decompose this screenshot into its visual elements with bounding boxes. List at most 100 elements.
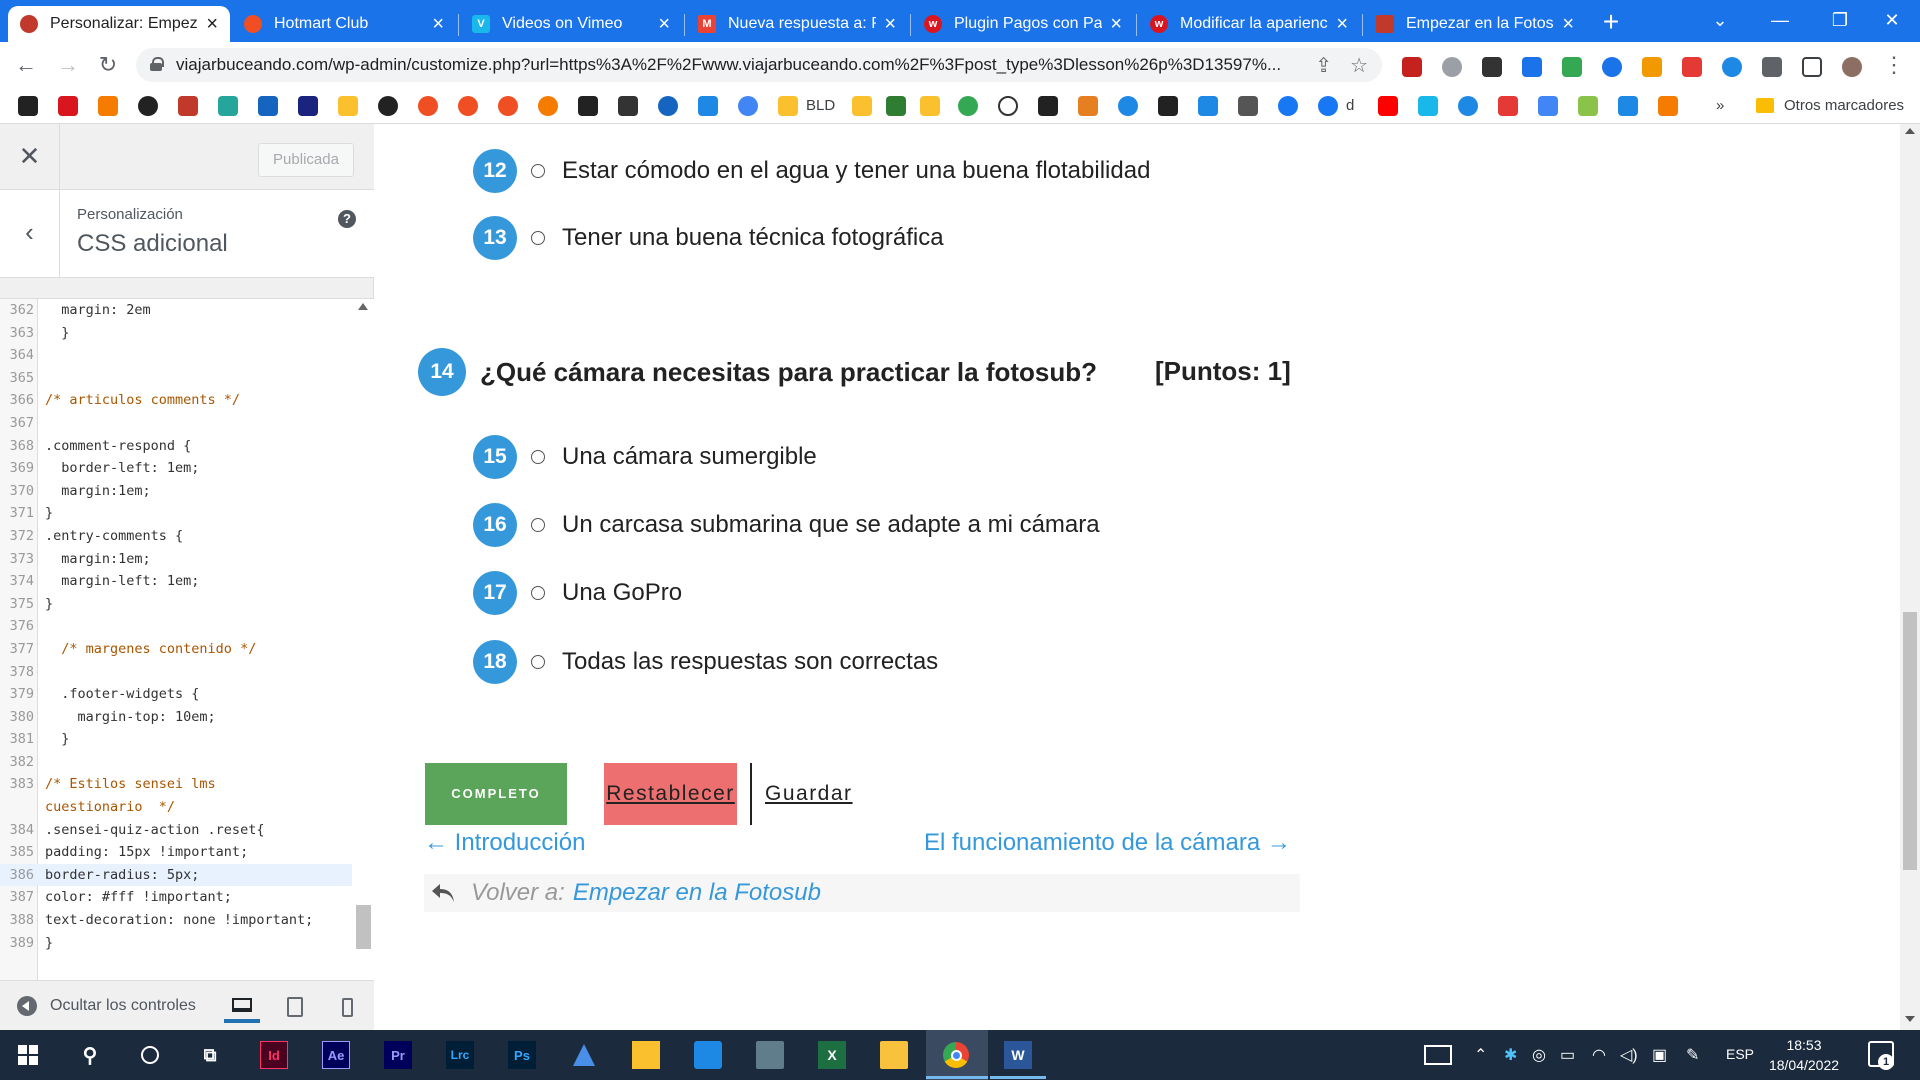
puzzle-extensions-icon[interactable] [1762, 57, 1782, 77]
extension-icon[interactable] [1402, 57, 1422, 77]
bookmark-icon[interactable] [886, 96, 906, 116]
code-line[interactable]: 371} [0, 502, 352, 525]
camera-icon[interactable]: ◎ [1532, 1045, 1546, 1065]
answer-option[interactable]: 16 Un carcasa submarina que se adapte a … [473, 503, 1100, 547]
bookmark-icon[interactable] [778, 96, 798, 116]
answer-radio[interactable] [531, 518, 545, 532]
close-tab-icon[interactable]: × [884, 14, 896, 34]
indesign-app-icon[interactable]: Id [260, 1041, 288, 1069]
desktop-preview-button[interactable] [224, 991, 260, 1023]
after-effects-app-icon[interactable]: Ae [322, 1041, 350, 1069]
code-line[interactable]: 370 margin:1em; [0, 480, 352, 503]
tab-customizer[interactable]: Personalizar: Empezar × [8, 6, 230, 42]
bookmark-icon[interactable] [138, 96, 158, 116]
preview-scroll-thumb[interactable] [1903, 612, 1917, 870]
other-bookmarks-folder[interactable]: Otros marcadores [1784, 97, 1904, 114]
extension-icon[interactable] [1682, 57, 1702, 77]
bookmark-icon[interactable] [498, 96, 518, 116]
bookmark-icon[interactable] [1158, 96, 1178, 116]
editor-scrollbar[interactable] [354, 299, 374, 994]
code-line[interactable]: 388 text-decoration: none !important; [0, 909, 352, 932]
bookmark-icon[interactable] [1458, 96, 1478, 116]
bookmark-icon[interactable] [58, 96, 78, 116]
code-line[interactable]: 373 margin:1em; [0, 548, 352, 571]
tab-empezar-fotosub[interactable]: Empezar en la Fotosub × [1364, 6, 1586, 42]
close-customizer-icon[interactable]: ✕ [0, 124, 60, 190]
calendar-bookmark-icon[interactable] [1198, 96, 1218, 116]
bookmark-icon[interactable] [258, 96, 278, 116]
cortana-icon[interactable] [136, 1041, 164, 1069]
photos-bookmark-icon[interactable] [958, 96, 978, 116]
bookmark-icon[interactable] [920, 96, 940, 116]
code-lines[interactable]: 362 margin: 2em 363 } 364 365 366/* articulo… [0, 299, 352, 954]
bookmark-icon[interactable] [618, 96, 638, 116]
profile-avatar[interactable] [1842, 57, 1862, 77]
bookmark-icon[interactable] [998, 96, 1018, 116]
collapse-arrow-icon[interactable] [17, 996, 37, 1016]
back-chevron-icon[interactable]: ‹ [0, 190, 60, 278]
close-tab-icon[interactable]: × [658, 14, 670, 34]
publish-button[interactable]: Publicada [258, 143, 354, 177]
code-line[interactable]: 383 /* Estilos sensei lms [0, 773, 352, 796]
code-line[interactable]: 369 border-left: 1em; [0, 457, 352, 480]
code-line[interactable]: 389} [0, 932, 352, 955]
code-line[interactable]: 380 margin-top: 10em; [0, 706, 352, 729]
google-bookmark-icon[interactable] [738, 96, 758, 116]
reset-button[interactable]: Restablecer [604, 763, 737, 825]
bookmark-icon[interactable] [1578, 96, 1598, 116]
adblock-extension-icon[interactable] [1442, 57, 1462, 77]
code-line[interactable]: 376 [0, 615, 352, 638]
preview-scrollbar[interactable] [1900, 124, 1920, 1030]
amazon-bookmark-icon[interactable] [578, 96, 598, 116]
tab-gmail[interactable]: M Nueva respuesta a: Pl × [686, 6, 908, 42]
tab-plugin-pagos[interactable]: w Plugin Pagos con Payl × [912, 6, 1134, 42]
extension-icon[interactable] [1722, 57, 1742, 77]
taskbar-clock[interactable]: 18:53 18/04/2022 [1764, 1035, 1844, 1075]
answer-option[interactable]: 18 Todas las respuestas son correctas [473, 640, 938, 684]
windows-start-icon[interactable] [18, 1045, 38, 1065]
bookmark-label[interactable]: d [1346, 97, 1354, 114]
translate-bookmark-icon[interactable] [1538, 96, 1558, 116]
code-line[interactable]: 375} [0, 593, 352, 616]
code-line[interactable]: cuestionario */ [0, 796, 352, 819]
sticky-notes-app-icon[interactable] [632, 1041, 660, 1069]
code-line[interactable]: 382 [0, 751, 352, 774]
scroll-down-arrow-icon[interactable] [1905, 1016, 1915, 1022]
dropbox-bookmark-icon[interactable] [698, 96, 718, 116]
bookmark-icon[interactable] [98, 96, 118, 116]
css-code-editor[interactable]: 362 margin: 2em 363 } 364 365 366/* articulo… [0, 298, 374, 994]
code-line[interactable]: 374 margin-left: 1em; [0, 570, 352, 593]
more-bookmarks-chevron[interactable]: » [1716, 97, 1724, 114]
facebook-bookmark-icon[interactable] [1278, 96, 1298, 116]
answer-option[interactable]: 15 Una cámara sumergible [473, 435, 817, 479]
previous-lesson-link[interactable]: ← Introducción [424, 829, 585, 857]
extension-icon[interactable] [1522, 57, 1542, 77]
answer-radio[interactable] [531, 164, 545, 178]
bookmark-icon[interactable] [1618, 96, 1638, 116]
bookmark-icon[interactable] [218, 96, 238, 116]
code-line[interactable]: 387 color: #fff !important; [0, 886, 352, 909]
bookmark-icon[interactable] [1238, 96, 1258, 116]
search-icon[interactable]: ⚲ [76, 1041, 104, 1069]
chrome-app-icon[interactable] [942, 1041, 970, 1069]
code-line[interactable]: 386 border-radius: 5px; [0, 863, 352, 887]
bookmark-star-icon[interactable]: ☆ [1350, 53, 1368, 78]
forward-arrow-icon[interactable]: → [54, 51, 82, 79]
answer-radio[interactable] [531, 450, 545, 464]
bookmark-icon[interactable] [458, 96, 478, 116]
facebook-bookmark-icon[interactable] [1318, 96, 1338, 116]
file-explorer-app-icon[interactable] [880, 1041, 908, 1069]
answer-radio[interactable] [531, 655, 545, 669]
scroll-up-arrow-icon[interactable] [358, 303, 368, 310]
lock-icon[interactable] [150, 57, 164, 71]
share-icon[interactable]: ⇪ [1315, 53, 1332, 78]
close-window-button[interactable]: ✕ [1862, 0, 1920, 40]
excel-app-icon[interactable]: X [818, 1041, 846, 1069]
complete-button[interactable]: COMPLETO [425, 763, 567, 825]
meet-now-icon[interactable]: ▣ [1652, 1045, 1667, 1065]
back-arrow-icon[interactable]: ← [12, 51, 40, 79]
bluetooth-icon[interactable]: ✱ [1504, 1045, 1517, 1065]
bookmark-icon[interactable] [378, 96, 398, 116]
new-tab-button[interactable]: + [1594, 6, 1628, 40]
code-line[interactable]: 384 .sensei-quiz-action .reset{ [0, 819, 352, 842]
